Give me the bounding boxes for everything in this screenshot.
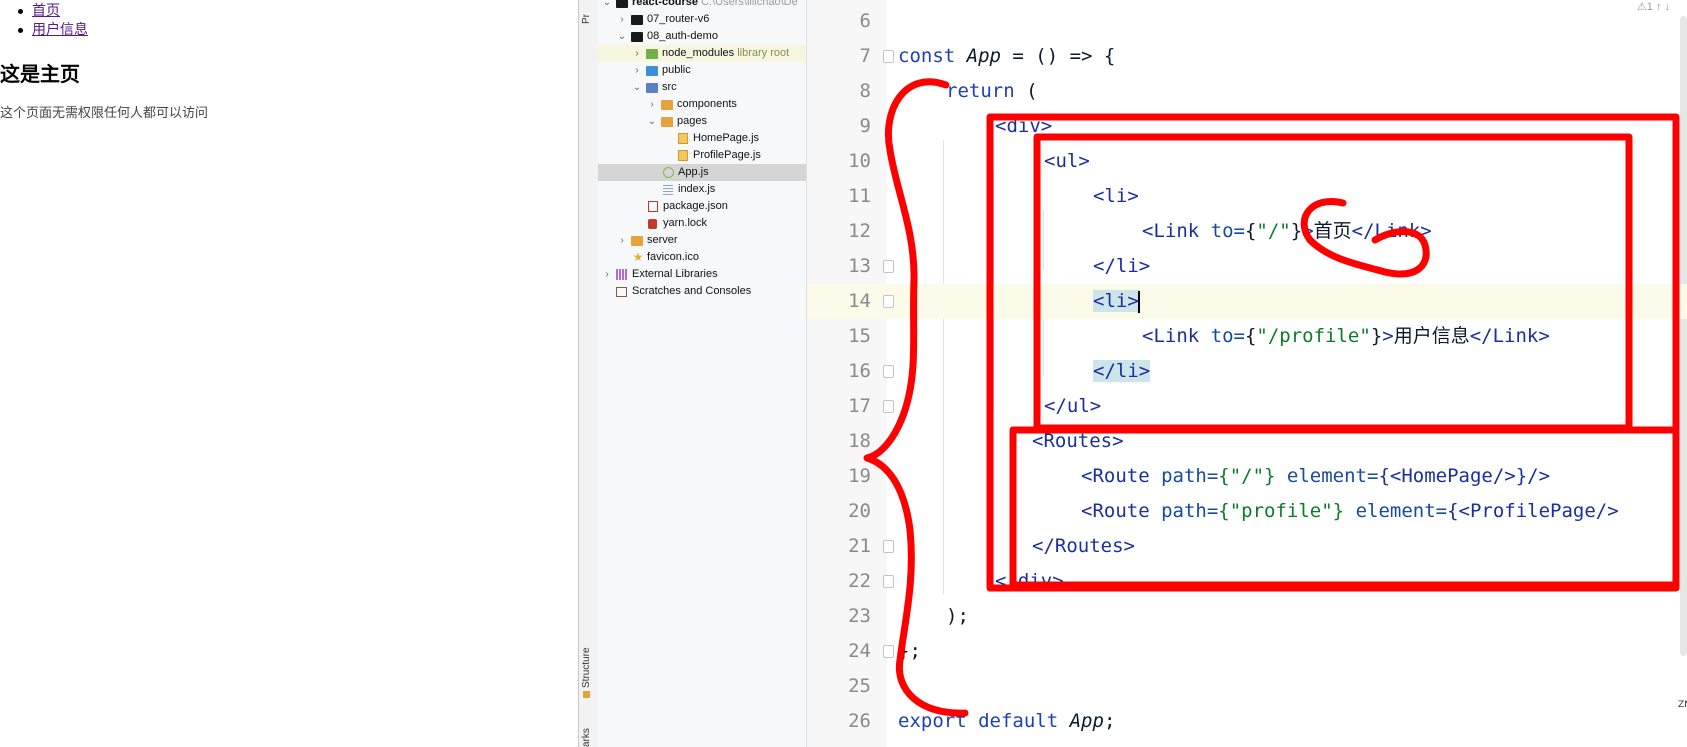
js-file-icon bbox=[678, 150, 688, 161]
code-line: 21 </Routes> bbox=[848, 535, 1135, 557]
scratch-icon bbox=[616, 287, 627, 297]
code-line: 11 <li> bbox=[848, 185, 1139, 207]
npm-file-icon bbox=[648, 201, 658, 212]
chevron-down-icon: ⌄ bbox=[617, 31, 627, 42]
lock-icon bbox=[648, 219, 657, 229]
code-line: 7 const App = () => { bbox=[859, 45, 1116, 67]
tree-item-app-js[interactable]: App.js bbox=[598, 164, 806, 181]
react-file-icon bbox=[663, 167, 674, 178]
fold-marker-icon[interactable] bbox=[883, 400, 894, 413]
js-file-icon bbox=[663, 185, 673, 195]
home-link[interactable]: 首页 bbox=[32, 3, 60, 19]
folder-icon bbox=[616, 0, 628, 8]
bookmarks-tab[interactable]: arks bbox=[581, 728, 592, 747]
tree-item-package-json[interactable]: package.json bbox=[598, 198, 806, 215]
code-line: 23 ); bbox=[848, 605, 969, 627]
chevron-right-icon: › bbox=[605, 269, 609, 280]
page-description: 这个页面无需权限任何人都可以访问 bbox=[0, 106, 209, 121]
folder-icon bbox=[661, 100, 673, 110]
tree-item-08-auth-demo[interactable]: ⌄ 08_auth-demo bbox=[598, 28, 806, 45]
fold-marker-icon[interactable] bbox=[883, 575, 894, 588]
fold-marker-icon[interactable] bbox=[883, 260, 894, 273]
tree-item-07-router-v6[interactable]: › 07_router-v6 bbox=[598, 11, 806, 28]
js-file-icon bbox=[678, 133, 688, 144]
tree-item-pages[interactable]: ⌄ pages bbox=[598, 113, 806, 130]
tree-item-components[interactable]: › components bbox=[598, 96, 806, 113]
fold-marker-icon[interactable] bbox=[883, 645, 894, 658]
code-line: 15 <Link to={"/profile"}>用户信息</Link> bbox=[848, 325, 1550, 347]
tree-item-index-js[interactable]: index.js bbox=[598, 181, 806, 198]
fold-marker-icon[interactable] bbox=[883, 540, 894, 553]
chevron-right-icon: › bbox=[635, 48, 639, 59]
code-line: 22 </div> bbox=[848, 570, 1064, 592]
fold-marker-icon[interactable] bbox=[883, 50, 894, 63]
chevron-down-icon: ⌄ bbox=[602, 0, 612, 8]
browser-preview: 首页 用户信息 这是主页 这个页面无需权限任何人都可以访问 bbox=[0, 0, 578, 747]
page-title: 这是主页 bbox=[0, 62, 80, 86]
chevron-down-icon: ⌄ bbox=[632, 82, 642, 93]
profile-link[interactable]: 用户信息 bbox=[32, 22, 88, 38]
code-line: 13 </li> bbox=[848, 255, 1151, 277]
code-line: 16 </li> bbox=[848, 360, 1151, 382]
folder-icon bbox=[646, 66, 658, 76]
tree-item-scratches[interactable]: Scratches and Consoles bbox=[598, 283, 806, 300]
star-icon: ★ bbox=[632, 250, 644, 264]
code-line: 6 bbox=[859, 10, 871, 32]
code-line: 20 <Route path={"profile"} element={<Pro… bbox=[848, 500, 1619, 522]
code-line: 12 <Link to={"/"}>首页</Link> bbox=[848, 220, 1432, 242]
code-line: 10 <ul> bbox=[848, 150, 1090, 172]
structure-icon bbox=[582, 691, 590, 698]
structure-tab[interactable]: Structure bbox=[581, 647, 592, 698]
chevron-down-icon: ⌄ bbox=[647, 116, 657, 127]
code-line: 8 return ( bbox=[859, 80, 1038, 102]
tree-item-homepage-js[interactable]: HomePage.js bbox=[598, 130, 806, 147]
tree-item-external-libraries[interactable]: › External Libraries bbox=[598, 266, 806, 283]
code-line: 24 }; bbox=[848, 640, 921, 662]
project-tab[interactable]: Pr bbox=[581, 14, 592, 24]
tree-item-favicon[interactable]: ★ favicon.ico bbox=[598, 249, 806, 266]
folder-icon bbox=[646, 83, 658, 93]
chevron-right-icon: › bbox=[620, 14, 624, 25]
fold-marker-icon[interactable] bbox=[883, 365, 894, 378]
project-tree: ⌄ react-course C:\Users\lilichao\De › 07… bbox=[598, 0, 806, 747]
folder-icon bbox=[661, 117, 673, 127]
tree-item-yarn-lock[interactable]: yarn.lock bbox=[598, 215, 806, 232]
chevron-right-icon: › bbox=[650, 99, 654, 110]
tree-item-src[interactable]: ⌄ src bbox=[598, 79, 806, 96]
library-icon bbox=[616, 269, 627, 280]
code-line: 17 </ul> bbox=[848, 395, 1102, 417]
code-line: 19 <Route path={"/"} element={<HomePage/… bbox=[848, 465, 1551, 487]
tree-item-server[interactable]: › server bbox=[598, 232, 806, 249]
code-line: 9 <div> bbox=[859, 115, 1053, 137]
ide-tool-strip: Pr Structure arks bbox=[578, 0, 599, 747]
folder-icon bbox=[631, 15, 643, 25]
tree-item-node-modules[interactable]: › node_modules library root bbox=[598, 45, 806, 62]
nav-item-profile: 用户信息 bbox=[16, 21, 88, 40]
code-line: 18 <Routes> bbox=[848, 430, 1124, 452]
code-line: 26 export default App; bbox=[848, 710, 1116, 732]
folder-icon bbox=[631, 32, 643, 42]
chevron-right-icon: › bbox=[635, 65, 639, 76]
code-editor[interactable]: ⚠1 ↑ ↓ ZN 6 7 const App = () => { 8 retu… bbox=[806, 0, 1687, 747]
chevron-right-icon: › bbox=[620, 235, 624, 246]
nav-item-home: 首页 bbox=[16, 2, 88, 21]
code-line-current: 14 <li> bbox=[807, 284, 1687, 319]
folder-icon bbox=[631, 236, 643, 246]
code-line: 25 bbox=[848, 675, 871, 697]
text-caret bbox=[1137, 290, 1140, 313]
tree-item-profilepage-js[interactable]: ProfilePage.js bbox=[598, 147, 806, 164]
fold-marker-icon[interactable] bbox=[883, 295, 894, 308]
folder-icon bbox=[646, 49, 658, 59]
nav-list: 首页 用户信息 bbox=[16, 2, 88, 40]
tree-item-react-course[interactable]: ⌄ react-course C:\Users\lilichao\De bbox=[598, 0, 806, 11]
tree-item-public[interactable]: › public bbox=[598, 62, 806, 79]
